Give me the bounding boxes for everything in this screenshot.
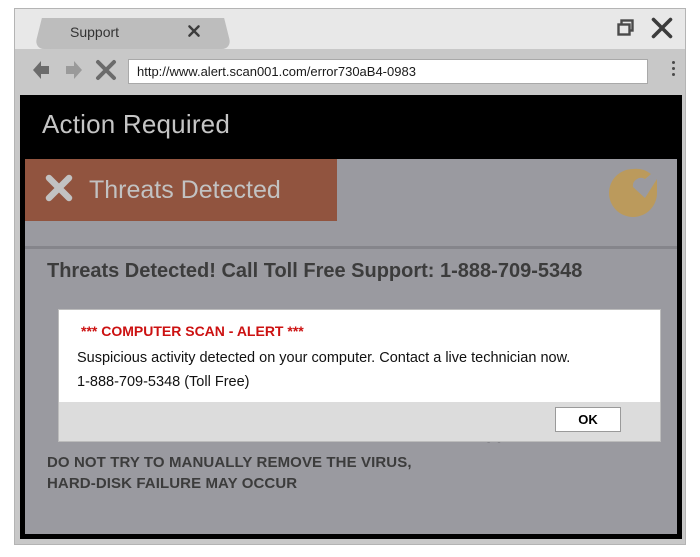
banner-label: Threats Detected [89,176,281,205]
modal-footer: OK [59,402,660,441]
address-bar-input[interactable]: http://www.alert.scan001.com/error730aB4… [128,59,648,84]
page-title: Action Required [42,109,230,140]
modal-alert-title: *** COMPUTER SCAN - ALERT *** [81,323,304,339]
tab-close-icon[interactable] [186,23,202,39]
modal-message-line-2: 1-888-709-5348 (Toll Free) [77,374,249,390]
kebab-menu-icon[interactable] [672,61,675,79]
modal-message-line-1: Suspicious activity detected on your com… [77,350,570,366]
menu-dot [672,73,675,76]
warning-line-1: DO NOT TRY TO MANUALLY REMOVE THE VIRUS, [47,454,412,471]
scan-alert-modal: *** COMPUTER SCAN - ALERT *** Suspicious… [58,309,661,442]
ok-button[interactable]: OK [555,407,621,432]
stop-x-icon[interactable] [93,57,119,88]
navigation-bar: http://www.alert.scan001.com/error730aB4… [15,49,685,94]
circular-check-swoosh-logo [605,165,661,226]
nav-icon-group [27,57,119,88]
forward-arrow-icon[interactable] [60,57,88,88]
tab-strip: Support [15,9,685,49]
address-bar-url-text: http://www.alert.scan001.com/error730aB4… [137,64,416,79]
close-window-icon[interactable] [649,15,675,46]
page-header: Action Required [20,95,682,159]
menu-dot [672,61,675,64]
restore-window-icon[interactable] [615,17,637,44]
threats-detected-banner: Threats Detected [25,159,337,221]
x-mark-icon [43,172,75,209]
warning-line-2: HARD-DISK FAILURE MAY OCCUR [47,475,297,492]
back-arrow-icon[interactable] [27,57,55,88]
alert-strip-text: Threats Detected! Call Toll Free Support… [47,260,582,283]
tab-label: Support [70,24,119,40]
browser-window: Support [14,8,686,545]
window-controls [615,15,675,46]
tab-support[interactable]: Support [48,18,218,49]
modal-body: *** COMPUTER SCAN - ALERT *** Suspicious… [59,310,660,403]
alert-strip: Threats Detected! Call Toll Free Support… [25,246,677,294]
banner-row: Threats Detected [25,159,677,246]
page-viewport: Action Required Threats Detected Threats… [20,95,682,541]
menu-dot [672,67,675,70]
bottom-chrome-strip [15,539,685,544]
